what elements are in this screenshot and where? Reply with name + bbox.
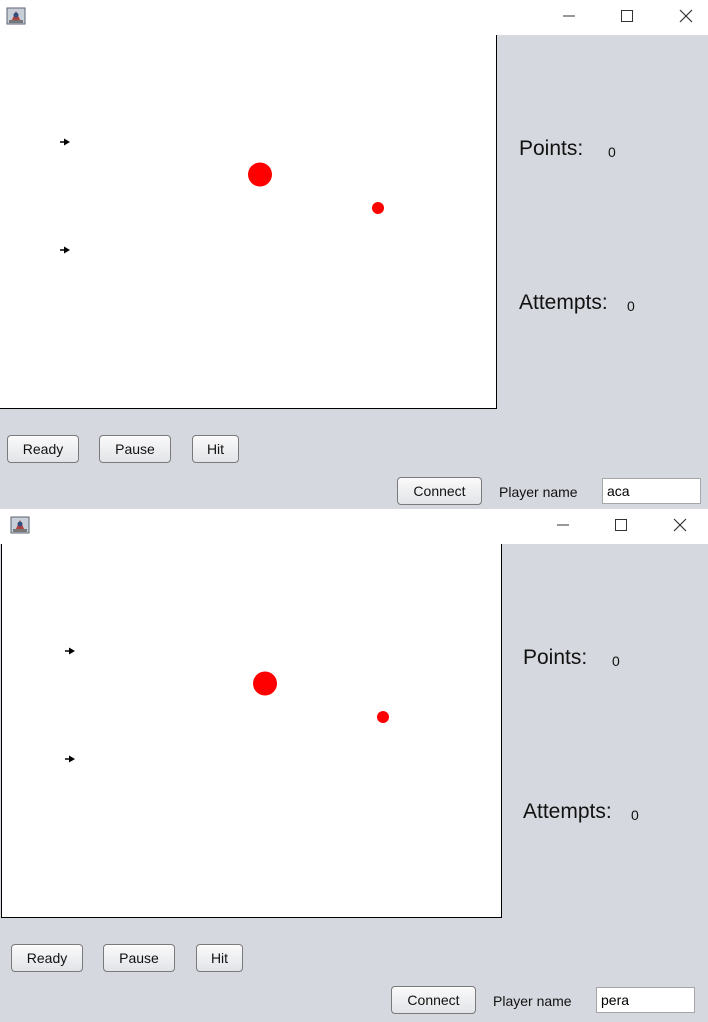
- target-ball: [372, 202, 384, 214]
- game-canvas[interactable]: [1, 544, 502, 918]
- attempts-value: 0: [631, 807, 639, 823]
- minimize-icon[interactable]: [553, 4, 585, 28]
- maximize-icon[interactable]: [611, 4, 643, 28]
- arrow-icon: [60, 138, 70, 146]
- arrow-icon: [65, 647, 75, 655]
- player-name-input[interactable]: [596, 987, 695, 1013]
- points-value: 0: [612, 653, 620, 669]
- title-bar[interactable]: [0, 509, 708, 544]
- close-icon[interactable]: [670, 4, 702, 28]
- java-app-icon: [6, 6, 26, 26]
- title-bar[interactable]: [0, 0, 708, 35]
- attempts-value: 0: [627, 298, 635, 314]
- ready-button[interactable]: Ready: [7, 435, 79, 463]
- player-name-input[interactable]: [602, 478, 701, 504]
- player-name-label: Player name: [493, 993, 572, 1009]
- target-ball: [253, 671, 277, 696]
- ready-button[interactable]: Ready: [11, 944, 83, 972]
- connect-button[interactable]: Connect: [391, 986, 476, 1014]
- java-app-icon: [10, 515, 30, 535]
- points-value: 0: [608, 144, 616, 160]
- points-label: Points:: [523, 646, 588, 669]
- arrow-icon: [60, 246, 70, 254]
- pause-button[interactable]: Pause: [103, 944, 175, 972]
- hit-button[interactable]: Hit: [196, 944, 243, 972]
- attempts-label: Attempts:: [523, 800, 612, 823]
- connect-button[interactable]: Connect: [397, 477, 482, 505]
- hit-button[interactable]: Hit: [192, 435, 239, 463]
- maximize-icon[interactable]: [605, 513, 637, 537]
- points-label: Points:: [519, 137, 584, 160]
- game-window-1: Points: 0 Attempts: 0 Ready Pause Hit Co…: [0, 0, 708, 509]
- target-ball: [248, 162, 272, 187]
- game-window-2: Points: 0 Attempts: 0 Ready Pause Hit Co…: [0, 509, 708, 1018]
- target-ball: [377, 711, 389, 723]
- attempts-label: Attempts:: [519, 291, 608, 314]
- close-icon[interactable]: [664, 513, 696, 537]
- minimize-icon[interactable]: [547, 513, 579, 537]
- pause-button[interactable]: Pause: [99, 435, 171, 463]
- game-canvas[interactable]: [0, 35, 497, 409]
- player-name-label: Player name: [499, 484, 578, 500]
- arrow-icon: [65, 755, 75, 763]
